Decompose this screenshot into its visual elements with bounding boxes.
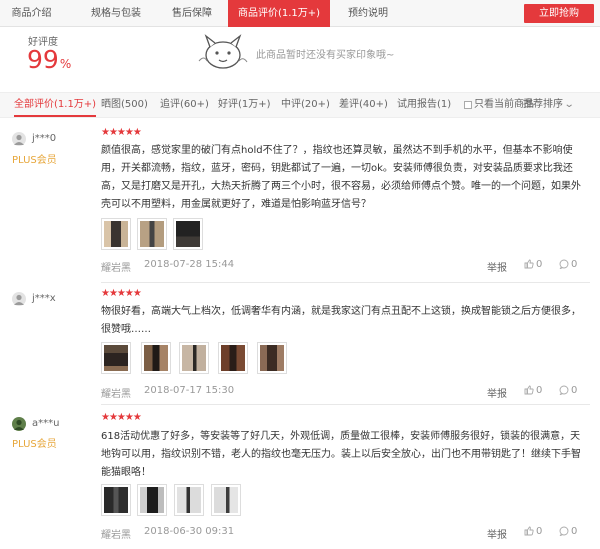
avatar[interactable] — [12, 292, 26, 306]
rating-unit: % — [59, 57, 72, 71]
tab-after-sales[interactable]: 售后保障 — [160, 0, 224, 27]
like-button[interactable]: 0 — [524, 259, 542, 270]
product-color: 耀岩黑 — [101, 263, 131, 274]
review-time: 2018-07-17 15:30 — [144, 385, 235, 396]
no-impression-text: 此商品暂时还没有买家印象哦~ — [256, 50, 395, 61]
review-time: 2018-07-28 15:44 — [144, 259, 235, 270]
plus-member-badge: PLUS会员 — [12, 439, 57, 450]
review-photo[interactable] — [218, 342, 248, 374]
filter-follow-up[interactable]: 追评(60+) — [160, 93, 209, 117]
review-divider — [101, 282, 590, 283]
like-count: 0 — [536, 526, 543, 537]
comment-icon — [559, 259, 569, 270]
review-photo[interactable] — [137, 484, 167, 516]
avatar[interactable] — [12, 417, 26, 431]
comment-button[interactable]: 0 — [559, 259, 577, 270]
filter-photos[interactable]: 晒图(500) — [101, 93, 148, 117]
review-content: 物很好看，高端大气上档次，低调奢华有内涵，就是我家这门有点丑配不上这锁，换成智能… — [101, 306, 581, 335]
only-current-checkbox[interactable] — [464, 101, 472, 109]
product-color: 耀岩黑 — [101, 530, 131, 541]
product-tab-bar: 商品介绍 规格与包装 售后保障 商品评价(1.1万+) 预约说明 立即抢购 — [0, 0, 600, 27]
review-photo[interactable] — [137, 218, 167, 250]
like-button[interactable]: 0 — [524, 526, 542, 537]
report-link[interactable]: 举报 — [487, 526, 507, 541]
review-username: a***u — [32, 418, 60, 429]
chevron-down-icon: ⌄ — [563, 99, 575, 110]
comment-icon — [559, 526, 569, 537]
sort-dropdown[interactable]: 推荐排序⌄ — [523, 93, 575, 117]
review-photo[interactable] — [211, 484, 241, 516]
filter-all-reviews[interactable]: 全部评价(1.1万+) — [14, 93, 97, 117]
product-color: 耀岩黑 — [101, 389, 131, 400]
like-count: 0 — [536, 259, 543, 270]
filter-negative[interactable]: 差评(40+) — [339, 93, 388, 117]
comment-count: 0 — [571, 526, 578, 537]
report-link[interactable]: 举报 — [487, 259, 507, 274]
review-photo[interactable] — [174, 484, 204, 516]
filter-trial-report[interactable]: 试用报告(1) — [397, 93, 451, 117]
thumbs-up-icon — [524, 526, 534, 536]
tab-specs-packaging[interactable]: 规格与包装 — [78, 0, 154, 27]
review-filter-bar: 全部评价(1.1万+) 晒图(500) 追评(60+) 好评(1万+) 中评(2… — [0, 92, 600, 118]
review-divider — [101, 404, 590, 405]
review-photo[interactable] — [179, 342, 209, 374]
like-button[interactable]: 0 — [524, 385, 542, 396]
review-stars: ★★★★★ — [101, 288, 142, 299]
review-photo[interactable] — [257, 342, 287, 374]
mascot-icon — [196, 31, 250, 73]
review-photo[interactable] — [101, 484, 131, 516]
review-content: 颜值很高，感觉家里的破门有点hold不住了？，指纹也还算灵敏，虽然达不到手机的水… — [101, 145, 581, 210]
thumbs-up-icon — [524, 259, 534, 269]
filter-neutral[interactable]: 中评(20+) — [281, 93, 330, 117]
review-stars: ★★★★★ — [101, 412, 142, 423]
thumbs-up-icon — [524, 385, 534, 395]
tab-product-reviews[interactable]: 商品评价(1.1万+) — [228, 0, 330, 27]
tab-reservation-info[interactable]: 预约说明 — [336, 0, 400, 27]
review-photo[interactable] — [101, 342, 131, 374]
comment-button[interactable]: 0 — [559, 385, 577, 396]
filter-positive[interactable]: 好评(1万+) — [218, 93, 271, 117]
plus-member-badge: PLUS会员 — [12, 155, 57, 166]
review-photo[interactable] — [173, 218, 203, 250]
review-photo[interactable] — [101, 218, 131, 250]
rating-value: 99% — [27, 45, 71, 79]
report-link[interactable]: 举报 — [487, 385, 507, 400]
buy-now-button[interactable]: 立即抢购 — [524, 4, 594, 23]
review-time: 2018-06-30 09:31 — [144, 526, 235, 537]
comment-button[interactable]: 0 — [559, 526, 577, 537]
tab-product-intro[interactable]: 商品介绍 — [0, 0, 63, 27]
like-count: 0 — [536, 385, 543, 396]
review-stars: ★★★★★ — [101, 127, 142, 138]
comment-count: 0 — [571, 259, 578, 270]
review-username: j***0 — [32, 133, 57, 144]
sort-label: 推荐排序 — [523, 99, 563, 110]
review-username: j***x — [32, 293, 56, 304]
rating-number: 99 — [27, 45, 59, 74]
comment-count: 0 — [571, 385, 578, 396]
review-content: 618活动优惠了好多，等安装等了好几天，外观低调，质量做工很棒，安装师傅服务很好… — [101, 431, 581, 478]
comment-icon — [559, 385, 569, 396]
review-photo[interactable] — [141, 342, 171, 374]
avatar[interactable] — [12, 132, 26, 146]
